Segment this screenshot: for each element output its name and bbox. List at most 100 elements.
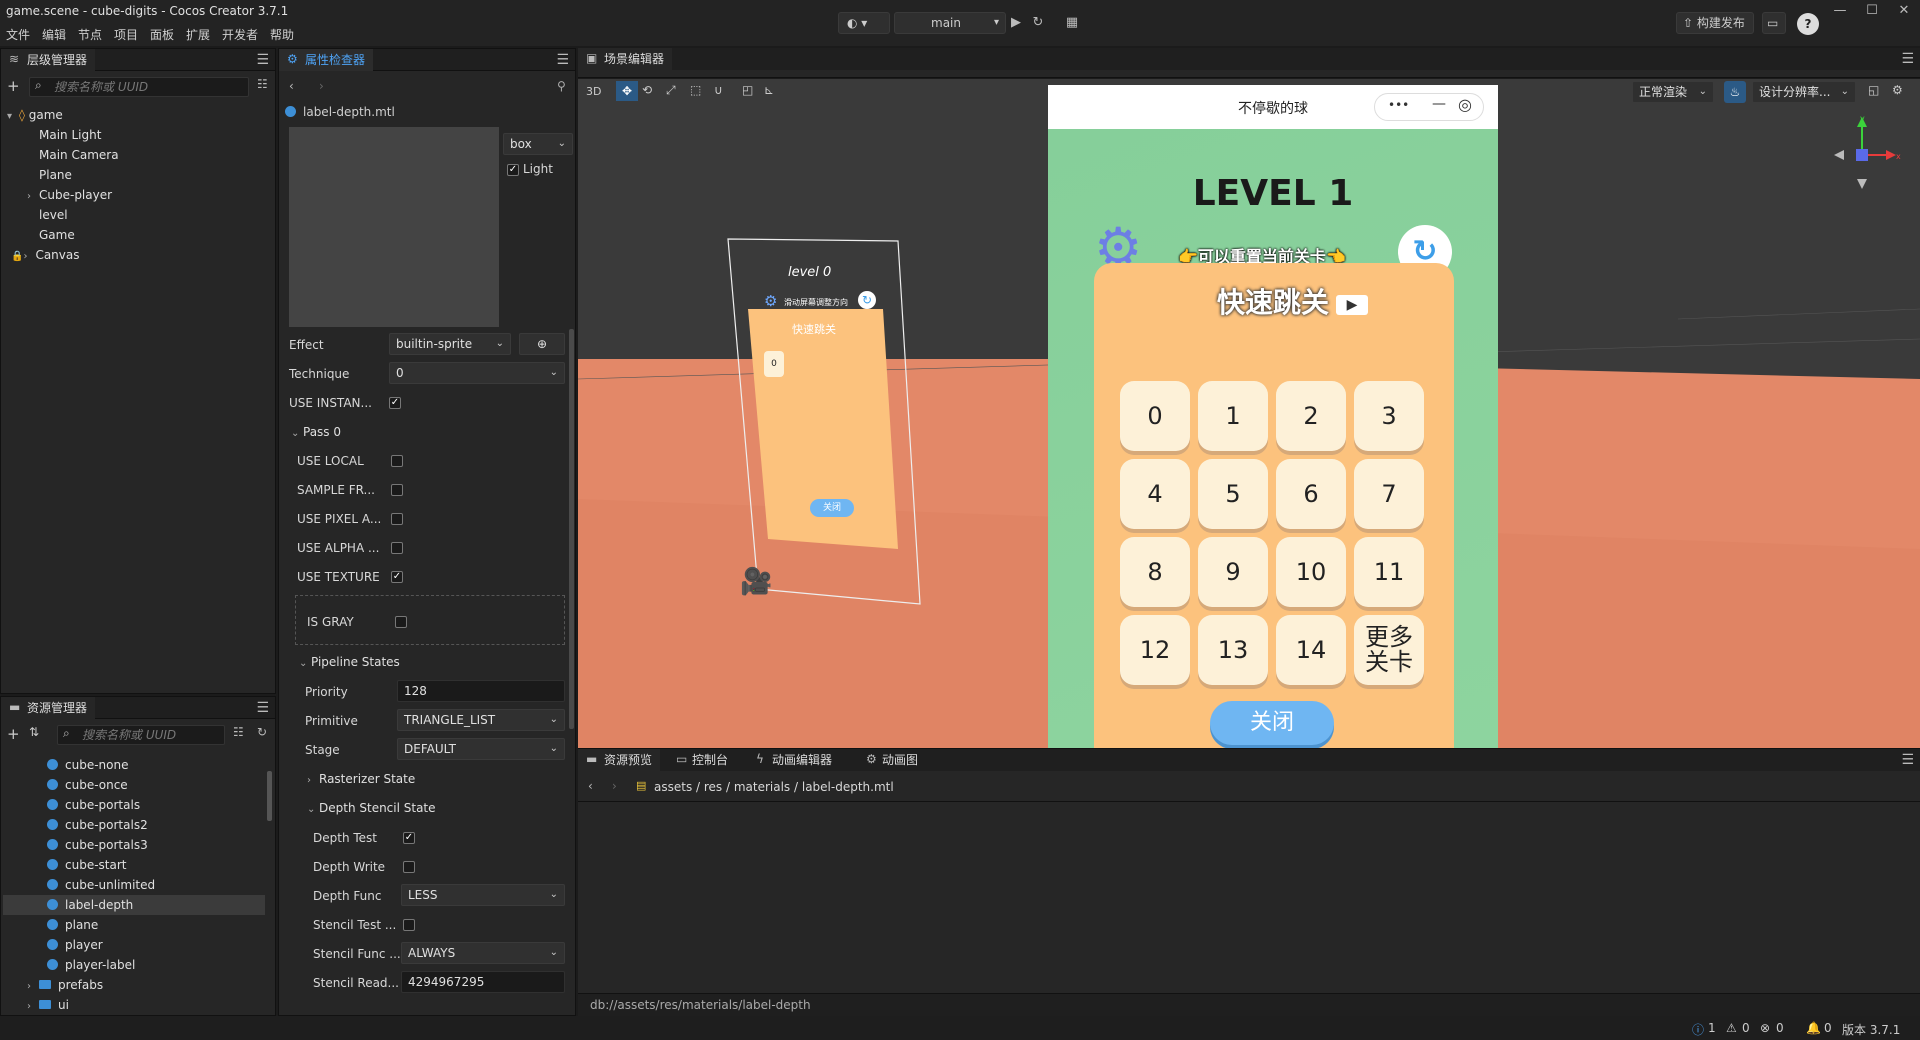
hierarchy-menu-icon[interactable]: ☰	[256, 52, 269, 68]
hierarchy-search-input[interactable]: 搜索名称或 UUID	[29, 77, 249, 97]
pin-icon[interactable]: ⚲	[557, 79, 566, 93]
asset-item[interactable]: player	[47, 935, 103, 955]
use-instancing-checkbox[interactable]: ✓	[389, 397, 401, 409]
asset-item[interactable]: cube-none	[47, 755, 128, 775]
menu-extension[interactable]: 扩展	[186, 26, 210, 43]
preview-shape-select[interactable]: box ⌄	[503, 133, 573, 155]
menu-developer[interactable]: 开发者	[222, 26, 258, 43]
priority-input[interactable]: 128	[397, 680, 565, 702]
use-texture-checkbox[interactable]: ✓	[391, 571, 403, 583]
level-button[interactable]: 6	[1276, 459, 1346, 529]
level-button[interactable]: 1	[1198, 381, 1268, 451]
level-button[interactable]: 5	[1198, 459, 1268, 529]
close-button[interactable]: 关闭	[1210, 701, 1334, 745]
tree-item-main-camera[interactable]: Main Camera	[39, 145, 119, 165]
menu-project[interactable]: 项目	[114, 26, 138, 43]
depth-stencil-section[interactable]: ⌄ Depth Stencil State	[307, 801, 436, 815]
stencil-test-checkbox[interactable]	[403, 919, 415, 931]
asset-item[interactable]: cube-unlimited	[47, 875, 155, 895]
camera-gizmo-icon[interactable]: 🎥	[740, 567, 772, 597]
snap-tool-icon[interactable]: ∪	[714, 83, 723, 97]
settings-icon[interactable]: ⚙	[1892, 83, 1903, 97]
effect-select[interactable]: builtin-sprite ⌄	[389, 333, 511, 355]
platform-select[interactable]: ◐ ▾	[838, 12, 890, 34]
use-local-checkbox[interactable]	[391, 455, 403, 467]
forward-icon[interactable]: ›	[319, 79, 324, 93]
pivot-tool-icon[interactable]: ◰	[742, 83, 753, 97]
bell-icon[interactable]: 🔔	[1806, 1021, 1821, 1035]
stencil-func-select[interactable]: ALWAYS ⌄	[401, 942, 565, 964]
level-button[interactable]: 9	[1198, 537, 1268, 607]
add-asset-icon[interactable]: +	[7, 725, 20, 743]
help-icon[interactable]: ?	[1797, 13, 1819, 35]
pass-section[interactable]: ⌄ Pass 0	[291, 425, 341, 439]
minimize-icon[interactable]: —	[1432, 96, 1446, 112]
assets-search-input[interactable]: 搜索名称或 UUID	[57, 725, 225, 745]
depth-write-checkbox[interactable]	[403, 861, 415, 873]
tree-item-game-node[interactable]: Game	[39, 225, 75, 245]
use-alpha-checkbox[interactable]	[391, 542, 403, 554]
depth-test-checkbox[interactable]: ✓	[403, 832, 415, 844]
warning-icon[interactable]: ⚠	[1726, 1021, 1737, 1035]
more-levels-button[interactable]: 更多 关卡	[1354, 615, 1424, 685]
scene-menu-icon[interactable]: ☰	[1901, 51, 1914, 67]
asset-item[interactable]: plane	[47, 915, 98, 935]
forward-icon[interactable]: ›	[612, 779, 617, 793]
tree-item-cube-player[interactable]: › Cube-player	[27, 185, 112, 205]
menu-node[interactable]: 节点	[78, 26, 102, 43]
play-icon[interactable]: ▶	[1006, 12, 1026, 34]
mode-3d-button[interactable]: 3D	[586, 85, 601, 98]
scene-select[interactable]: main ▾	[894, 12, 1006, 34]
back-icon[interactable]: ‹	[289, 79, 294, 93]
level-button[interactable]: 14	[1276, 615, 1346, 685]
rasterizer-section[interactable]: › Rasterizer State	[307, 772, 415, 786]
assets-scrollbar[interactable]	[267, 771, 272, 821]
publish-button[interactable]: ⇧ 构建发布	[1676, 12, 1754, 34]
level-button[interactable]: 11	[1354, 537, 1424, 607]
refresh-icon[interactable]: ↻	[257, 725, 267, 739]
asset-item[interactable]: cube-portals	[47, 795, 140, 815]
level-button[interactable]: 7	[1354, 459, 1424, 529]
render-mode-select[interactable]: 正常渲染 ⌄	[1632, 81, 1714, 103]
list-view-icon[interactable]: ☷	[233, 725, 244, 739]
asset-item[interactable]: cube-once	[47, 775, 128, 795]
tree-item-level[interactable]: level	[39, 205, 68, 225]
maximize-icon[interactable]: ☐	[1860, 2, 1884, 20]
axis-gizmo[interactable]: y x	[1832, 113, 1902, 193]
add-node-icon[interactable]: +	[7, 77, 20, 95]
move-tool-icon[interactable]: ✥	[616, 81, 638, 101]
level-button[interactable]: 0	[1120, 381, 1190, 451]
tree-item-plane[interactable]: Plane	[39, 165, 72, 185]
target-icon[interactable]: ◎	[1458, 95, 1472, 114]
stage-select[interactable]: DEFAULT ⌄	[397, 738, 565, 760]
asset-item[interactable]: cube-portals2	[47, 815, 148, 835]
error-icon[interactable]: ⊗	[1760, 1021, 1770, 1035]
sort-icon[interactable]: ⇅	[29, 725, 39, 739]
level-button[interactable]: 3	[1354, 381, 1424, 451]
scene-viewport[interactable]: level 0 ⚙ 滑动屏幕调整方向 ↻ 快速跳关 0 关闭 🎥 3D ✥ ⟲ …	[578, 79, 1920, 749]
folder-item[interactable]: › ui	[27, 995, 69, 1015]
level-button[interactable]: 4	[1120, 459, 1190, 529]
resolution-select[interactable]: 设计分辨率... ⌄	[1752, 81, 1856, 103]
more-icon[interactable]: •••	[1388, 98, 1409, 112]
tree-item-game[interactable]: ▾ ◊ game	[7, 105, 63, 125]
use-pixel-checkbox[interactable]	[391, 513, 403, 525]
menu-panel[interactable]: 面板	[150, 26, 174, 43]
menu-help[interactable]: 帮助	[270, 26, 294, 43]
asset-item[interactable]: player-label	[47, 955, 135, 975]
asset-item[interactable]: cube-portals3	[47, 835, 148, 855]
asset-item[interactable]: cube-start	[47, 855, 126, 875]
level-button[interactable]: 13	[1198, 615, 1268, 685]
close-icon[interactable]: ✕	[1892, 2, 1916, 20]
minimize-icon[interactable]: —	[1828, 2, 1852, 20]
menu-edit[interactable]: 编辑	[42, 26, 66, 43]
rect-tool-icon[interactable]: ⬚	[690, 83, 701, 97]
scale-tool-icon[interactable]: ⤢	[666, 83, 676, 98]
sample-from-checkbox[interactable]	[391, 484, 403, 496]
folder-item[interactable]: › prefabs	[27, 975, 103, 995]
refresh-icon[interactable]: ↻	[1028, 12, 1048, 34]
locate-button[interactable]: ⊕	[519, 333, 565, 355]
stencil-read-input[interactable]: 4294967295	[401, 971, 565, 993]
depth-func-select[interactable]: LESS ⌄	[401, 884, 565, 906]
inspector-scrollbar[interactable]	[569, 329, 574, 729]
